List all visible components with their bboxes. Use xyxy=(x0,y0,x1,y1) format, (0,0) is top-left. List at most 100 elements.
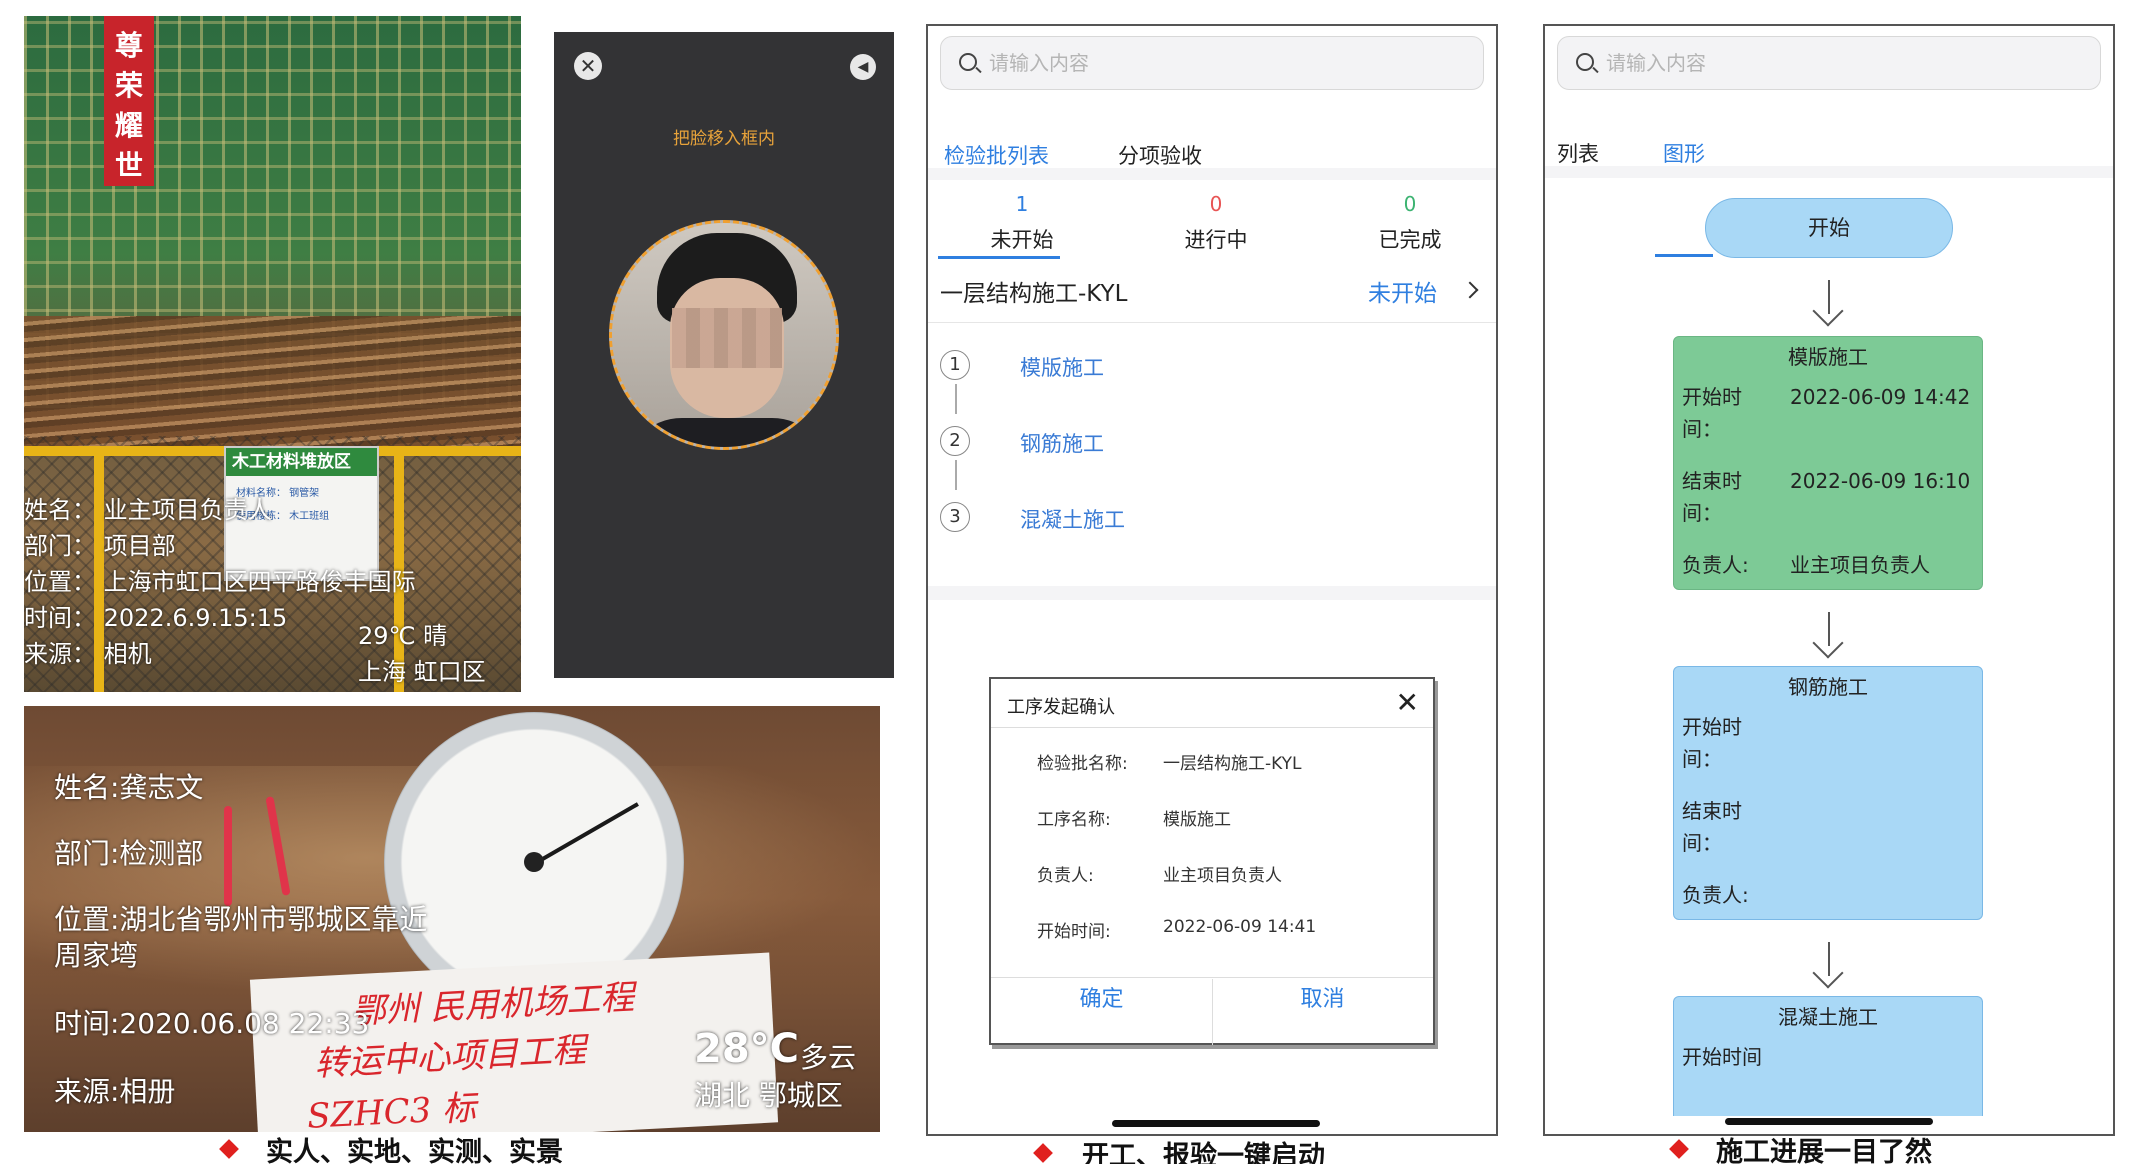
watermark-location-cont: 周家塆 xyxy=(54,939,139,972)
dialog-label: 检验批名称: xyxy=(1037,754,1128,774)
tab-bar: 列表 图形 xyxy=(1545,118,2113,257)
red-diamond-icon xyxy=(1033,1143,1053,1163)
counter-in-progress[interactable]: 0 进行中 xyxy=(1146,192,1286,254)
watermark-dept: 部门:检测部 xyxy=(54,837,204,870)
speaker-icon[interactable]: ◀ xyxy=(850,54,876,80)
flow-node-title: 模版施工 xyxy=(1788,345,1868,369)
step-rebar[interactable]: 钢筋施工 xyxy=(1020,428,1104,458)
step-formwork[interactable]: 模版施工 xyxy=(1020,352,1104,382)
step-connector xyxy=(955,384,957,414)
tab-list[interactable]: 列表 xyxy=(1557,138,1599,168)
flow-node-concrete[interactable]: 混凝土施工 开始时间 xyxy=(1673,996,1983,1116)
flow-value: 2022-06-09 14:42 xyxy=(1790,385,1971,409)
counter-completed[interactable]: 0 已完成 xyxy=(1340,192,1480,254)
watermark-name: 姓名： 业主项目负责人 xyxy=(24,496,272,524)
flow-value: 2022-06-09 16:10 xyxy=(1790,469,1971,493)
counter-label: 进行中 xyxy=(1184,228,1248,252)
confirm-button[interactable]: 确定 xyxy=(991,981,1212,1013)
counter-value: 1 xyxy=(1015,192,1029,216)
flow-value: 业主项目负责人 xyxy=(1790,553,1930,577)
flow-label: 负责人: xyxy=(1682,883,1749,907)
dialog-value: 一层结构施工-KYL xyxy=(1163,754,1302,774)
watermark-name: 姓名:龚志文 xyxy=(54,771,204,804)
cancel-button[interactable]: 取消 xyxy=(1212,981,1433,1013)
handwriting-line: 鄂州 民用机场工程 xyxy=(350,977,636,1033)
sign-title: 木工材料堆放区 xyxy=(226,448,377,476)
batch-status: 未开始 xyxy=(1368,281,1437,307)
watermark-location: 位置:湖北省鄂州市鄂城区靠近 xyxy=(54,903,428,936)
search-icon xyxy=(959,53,977,71)
face-mosaic xyxy=(672,308,782,368)
process-start-confirm-dialog: 工序发起确认 ✕ 检验批名称: 一层结构施工-KYL 工序名称: 模版施工 负责… xyxy=(989,677,1435,1045)
divider xyxy=(928,322,1496,323)
counter-value: 0 xyxy=(1209,192,1223,216)
search-bar xyxy=(940,36,1484,90)
flow-row: 开始时间： 2022-06-09 14:42 xyxy=(1674,375,1982,459)
step-number: 2 xyxy=(940,426,970,456)
flow-row: 结束时间： 2022-06-09 16:10 xyxy=(1674,459,1982,543)
watermark-location: 位置： 上海市虹口区四平路俊丰国际 xyxy=(24,568,416,596)
gauge-needle xyxy=(533,802,639,866)
active-tab-underline xyxy=(1655,254,1713,257)
dialog-divider xyxy=(991,977,1433,978)
watermark-source: 来源:相册 xyxy=(54,1075,176,1108)
chevron-right-icon[interactable] xyxy=(1461,281,1479,299)
pressure-gauge-photo: 鄂州 民用机场工程 转运中心项目工程 SZHC3 标 姓名:龚志文 部门:检测部… xyxy=(24,706,880,1132)
home-indicator xyxy=(1112,1120,1320,1127)
red-diamond-icon xyxy=(219,1139,239,1159)
tab-sub-item-acceptance[interactable]: 分项验收 xyxy=(1118,140,1202,170)
dialog-divider xyxy=(991,727,1433,728)
arrow-down-icon xyxy=(1828,612,1830,646)
close-icon[interactable]: ✕ xyxy=(574,52,602,80)
tab-graph[interactable]: 图形 xyxy=(1663,138,1705,168)
search-input[interactable] xyxy=(1606,47,2046,79)
counter-label: 未开始 xyxy=(990,228,1054,252)
counter-not-started[interactable]: 1 未开始 xyxy=(952,192,1092,254)
search-bar xyxy=(1557,36,2101,90)
step-concrete[interactable]: 混凝土施工 xyxy=(1020,504,1125,534)
face-capture-screen: ✕ ◀ 把脸移入框内 xyxy=(554,32,894,678)
dialog-value: 业主项目负责人 xyxy=(1163,866,1282,886)
flow-row: 结束时间： xyxy=(1674,789,1982,873)
flow-row: 开始时间 xyxy=(1674,1035,1982,1091)
home-indicator xyxy=(1725,1118,1933,1125)
dialog-value: 模版施工 xyxy=(1163,810,1231,830)
arrow-down-icon xyxy=(1828,942,1830,976)
flow-row: 开始时间： xyxy=(1674,705,1982,789)
section-gap xyxy=(1545,166,2113,178)
flow-label: 结束时间： xyxy=(1682,799,1742,855)
flow-label: 开始时间： xyxy=(1682,385,1742,441)
batch-title[interactable]: 一层结构施工-KYL xyxy=(940,274,1127,308)
caption-progress-at-glance: 施工进展一目了然 xyxy=(1716,1137,1932,1164)
tab-inspection-batch-list[interactable]: 检验批列表 xyxy=(944,140,1049,170)
flow-label: 负责人: xyxy=(1682,553,1749,577)
red-diamond-icon xyxy=(1669,1139,1689,1159)
caption-one-click-start: 开工、报验一键启动 xyxy=(1082,1141,1325,1164)
construction-site-photo: 尊荣耀世 木工材料堆放区 材料名称： 钢管架 使用楼栋： 木工班组 姓名： 业主… xyxy=(24,16,521,692)
flow-label: 结束时间： xyxy=(1682,469,1742,525)
watermark-region: 上海 虹口区 xyxy=(358,658,486,686)
search-input[interactable] xyxy=(989,47,1429,79)
flow-label: 开始时间： xyxy=(1682,715,1742,771)
watermark-source: 来源： 相机 xyxy=(24,640,152,668)
watermark-weather: 29℃ 晴 xyxy=(358,622,448,650)
red-banner: 尊荣耀世 xyxy=(104,16,154,186)
watermark-time: 时间:2020.06.08 22:33 xyxy=(54,1007,370,1040)
flow-node-rebar[interactable]: 钢筋施工 开始时间： 结束时间： 负责人: xyxy=(1673,666,1983,920)
section-gap xyxy=(928,168,1496,180)
caption-real-site: 实人、实地、实测、实景 xyxy=(266,1137,563,1164)
search-icon xyxy=(1576,53,1594,71)
step-connector xyxy=(955,460,957,490)
flow-node-formwork[interactable]: 模版施工 开始时间： 2022-06-09 14:42 结束时间： 2022-0… xyxy=(1673,336,1983,590)
counter-label: 已完成 xyxy=(1378,228,1442,252)
red-mark xyxy=(224,806,232,906)
gauge-hub xyxy=(524,852,544,872)
watermark-region: 湖北 鄂城区 xyxy=(694,1079,843,1112)
progress-graph-phone: 列表 图形 开始 模版施工 开始时间： 2022-06-09 14:42 结束时… xyxy=(1543,24,2115,1136)
watermark-dept: 部门： 项目部 xyxy=(24,532,176,560)
close-icon[interactable]: ✕ xyxy=(1396,689,1419,717)
section-gap xyxy=(928,586,1496,600)
flow-start-node: 开始 xyxy=(1705,198,1953,258)
handwriting-line: SZHC3 标 xyxy=(306,1088,478,1132)
counter-value: 0 xyxy=(1403,192,1417,216)
